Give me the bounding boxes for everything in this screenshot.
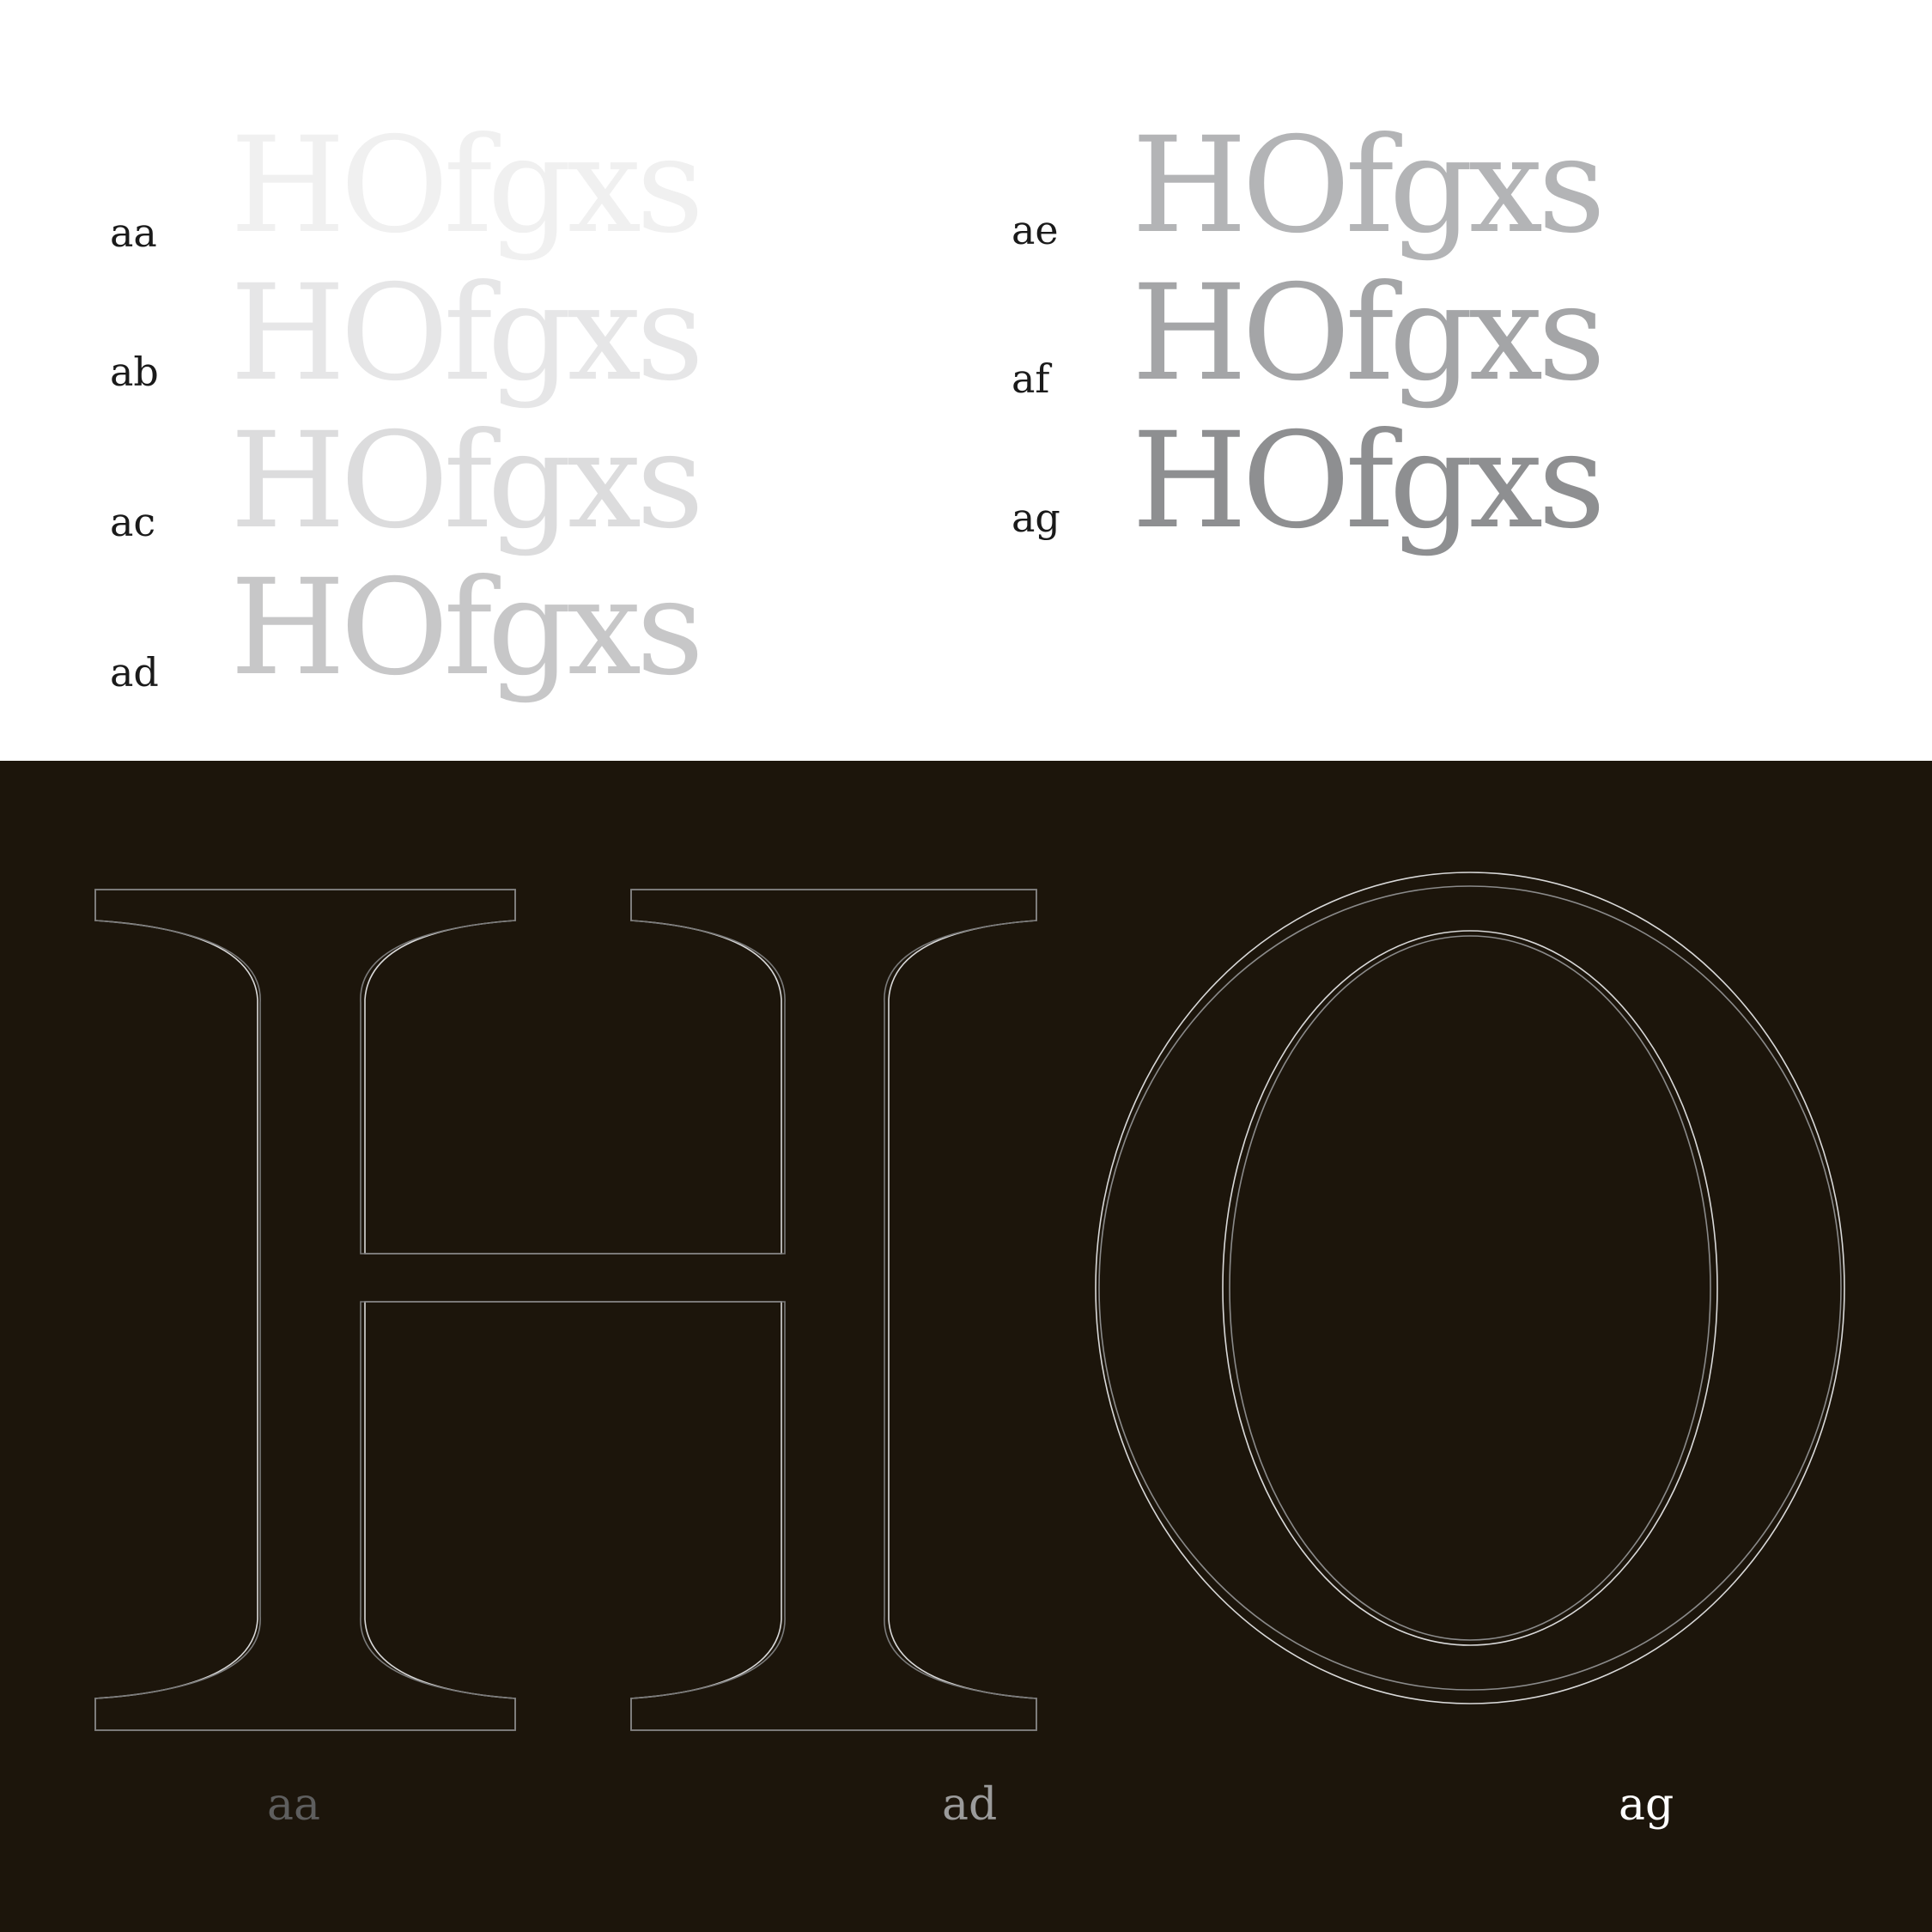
glyph-O-outer-aa [1098, 885, 1842, 1691]
weight-label-ac: ac [110, 499, 156, 545]
overlay-label-ag: ag [1619, 1779, 1674, 1831]
specimen-ae: HOfgxs [1132, 109, 1606, 263]
specimen-ab: HOfgxs [230, 257, 704, 410]
glyph-H-outlines [94, 889, 1037, 1731]
weight-label-ag: ag [1012, 495, 1060, 541]
specimen-ac: HOfgxs [230, 404, 704, 558]
overlay-label-ad: ad [942, 1779, 998, 1831]
weight-label-ad: ad [110, 649, 159, 696]
weight-label-af: af [1012, 355, 1050, 402]
weight-label-ae: ae [1012, 207, 1059, 253]
weight-label-ab: ab [110, 349, 159, 395]
glyph-O-inner-ag [1222, 930, 1718, 1646]
specimen-ag: HOfgxs [1132, 404, 1606, 558]
specimen-ad: HOfgxs [230, 551, 704, 705]
specimen-aa: HOfgxs [230, 109, 704, 263]
glyph-outline-overlay [94, 872, 1845, 1731]
glyph-H-outline-aa [94, 889, 1037, 1731]
weight-label-aa: aa [110, 210, 157, 256]
specimen-panel: aa HOfgxs ab HOfgxs ac HOfgxs ad HOfgxs … [0, 0, 1932, 761]
glyph-O-inner-aa [1229, 935, 1711, 1641]
overlay-label-aa: aa [267, 1779, 321, 1831]
specimen-af: HOfgxs [1132, 257, 1606, 410]
glyph-O-outer-ag [1095, 872, 1845, 1704]
glyph-O-outlines [1095, 872, 1845, 1704]
glyph-H-outline-ag [94, 889, 1037, 1731]
